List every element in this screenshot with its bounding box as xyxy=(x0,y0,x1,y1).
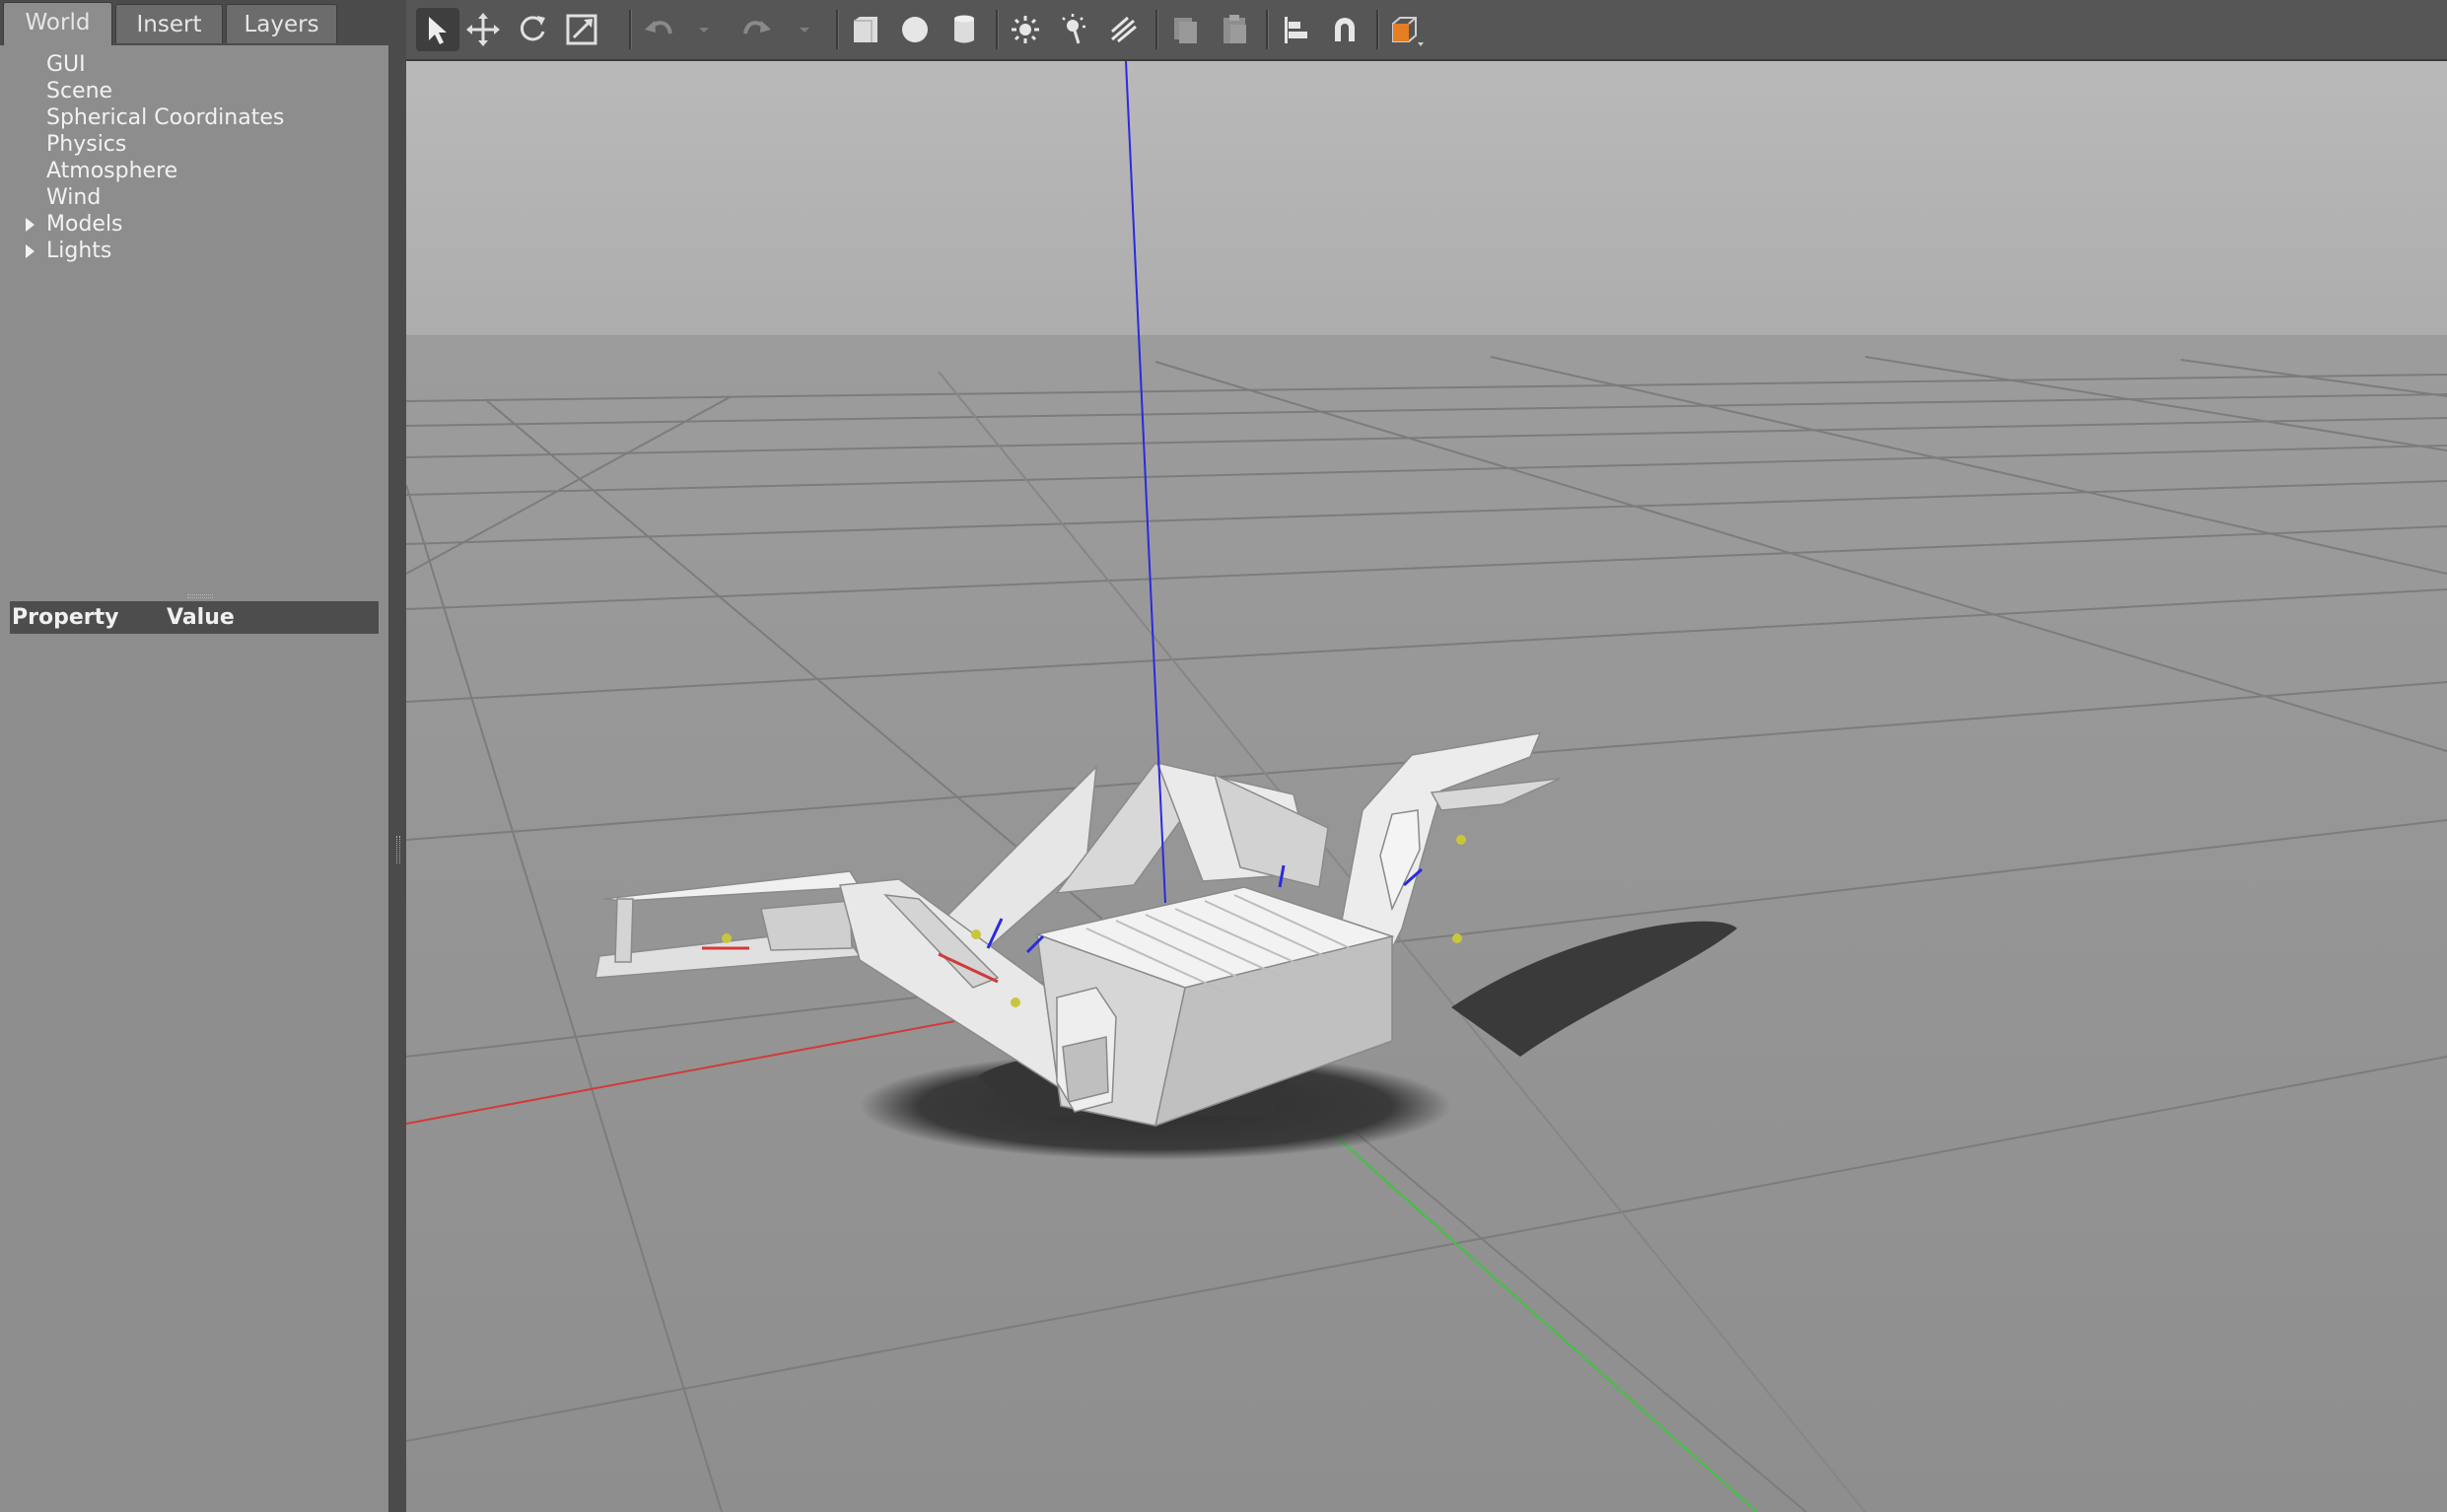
scene-render xyxy=(406,61,2447,1512)
translate-icon xyxy=(466,13,500,46)
toolbar-separator xyxy=(996,10,999,49)
tree-item-models[interactable]: Models xyxy=(0,211,388,238)
tree-item-label: Models xyxy=(46,212,123,237)
tab-world[interactable]: World xyxy=(3,2,112,45)
rotate-icon xyxy=(520,16,545,41)
directional-light-icon xyxy=(1111,16,1137,43)
toolbar-separator xyxy=(1376,10,1379,49)
vertical-splitter-handle[interactable] xyxy=(396,836,400,863)
copy-icon xyxy=(1174,18,1197,43)
insert-point-light-button[interactable] xyxy=(1004,8,1047,51)
select-mode-button[interactable] xyxy=(416,8,459,51)
translate-mode-button[interactable] xyxy=(461,8,505,51)
expand-arrow-icon[interactable] xyxy=(26,218,35,232)
tree-item-lights[interactable]: Lights xyxy=(0,238,388,264)
tree-item-label: Wind xyxy=(46,185,102,210)
panel-splitter-handle[interactable] xyxy=(187,594,213,598)
spot-light-icon xyxy=(1062,14,1085,44)
scale-icon xyxy=(566,14,597,45)
redo-icon xyxy=(743,21,771,34)
toolbar-separator xyxy=(629,10,632,49)
panel-tab-bar: World Insert Layers xyxy=(0,0,388,45)
undo-icon xyxy=(645,21,672,34)
paste-button[interactable] xyxy=(1213,8,1256,51)
panel-divider[interactable] xyxy=(388,0,406,1512)
chevron-down-icon xyxy=(800,28,809,33)
point-light-icon xyxy=(1012,16,1039,43)
tree-item-label: Spherical Coordinates xyxy=(46,105,285,130)
sphere-icon xyxy=(902,17,928,42)
redo-history-dropdown[interactable] xyxy=(795,20,814,39)
property-table-header: Property Value xyxy=(10,601,379,634)
snap-button[interactable] xyxy=(1323,8,1366,51)
tree-item-label: Scene xyxy=(46,79,113,103)
world-panel: World Insert Layers GUI Scene Spherical … xyxy=(0,0,388,1512)
undo-button[interactable] xyxy=(637,8,680,51)
toolbar-separator xyxy=(1155,10,1158,49)
tree-item-label: Lights xyxy=(46,239,112,263)
tree-item-label: Atmosphere xyxy=(46,159,178,183)
value-column-header[interactable]: Value xyxy=(167,601,235,634)
tree-item-gui[interactable]: GUI xyxy=(0,51,388,78)
sky xyxy=(406,61,2447,335)
tab-insert[interactable]: Insert xyxy=(115,4,223,43)
toolbar xyxy=(406,0,2447,61)
paste-icon xyxy=(1224,15,1246,43)
tree-item-scene[interactable]: Scene xyxy=(0,78,388,104)
insert-cylinder-button[interactable] xyxy=(943,8,986,51)
select-arrow-icon xyxy=(429,17,447,44)
insert-sphere-button[interactable] xyxy=(893,8,937,51)
world-tree: GUI Scene Spherical Coordinates Physics … xyxy=(0,51,388,264)
toolbar-separator xyxy=(836,10,839,49)
tree-item-atmosphere[interactable]: Atmosphere xyxy=(0,158,388,184)
view-angle-icon xyxy=(1392,17,1424,46)
snap-magnet-icon xyxy=(1335,18,1355,41)
copy-button[interactable] xyxy=(1163,8,1207,51)
box-icon xyxy=(854,17,877,42)
toolbar-separator xyxy=(1266,10,1269,49)
chevron-down-icon xyxy=(699,28,709,33)
tree-item-spherical-coordinates[interactable]: Spherical Coordinates xyxy=(0,104,388,131)
view-angle-button[interactable] xyxy=(1384,8,1428,51)
tree-item-wind[interactable]: Wind xyxy=(0,184,388,211)
insert-directional-light-button[interactable] xyxy=(1102,8,1146,51)
tree-item-label: GUI xyxy=(46,52,86,77)
3d-viewport[interactable] xyxy=(406,61,2447,1512)
redo-button[interactable] xyxy=(735,8,779,51)
scale-mode-button[interactable] xyxy=(560,8,603,51)
align-icon xyxy=(1285,17,1307,43)
expand-arrow-icon[interactable] xyxy=(26,244,35,258)
tree-item-physics[interactable]: Physics xyxy=(0,131,388,158)
rotate-mode-button[interactable] xyxy=(511,8,554,51)
tab-layers[interactable]: Layers xyxy=(226,4,337,43)
align-button[interactable] xyxy=(1274,8,1317,51)
undo-history-dropdown[interactable] xyxy=(694,20,714,39)
tree-item-label: Physics xyxy=(46,132,127,157)
cylinder-icon xyxy=(954,15,974,43)
insert-box-button[interactable] xyxy=(844,8,887,51)
insert-spot-light-button[interactable] xyxy=(1053,8,1096,51)
property-column-header[interactable]: Property xyxy=(12,601,118,634)
